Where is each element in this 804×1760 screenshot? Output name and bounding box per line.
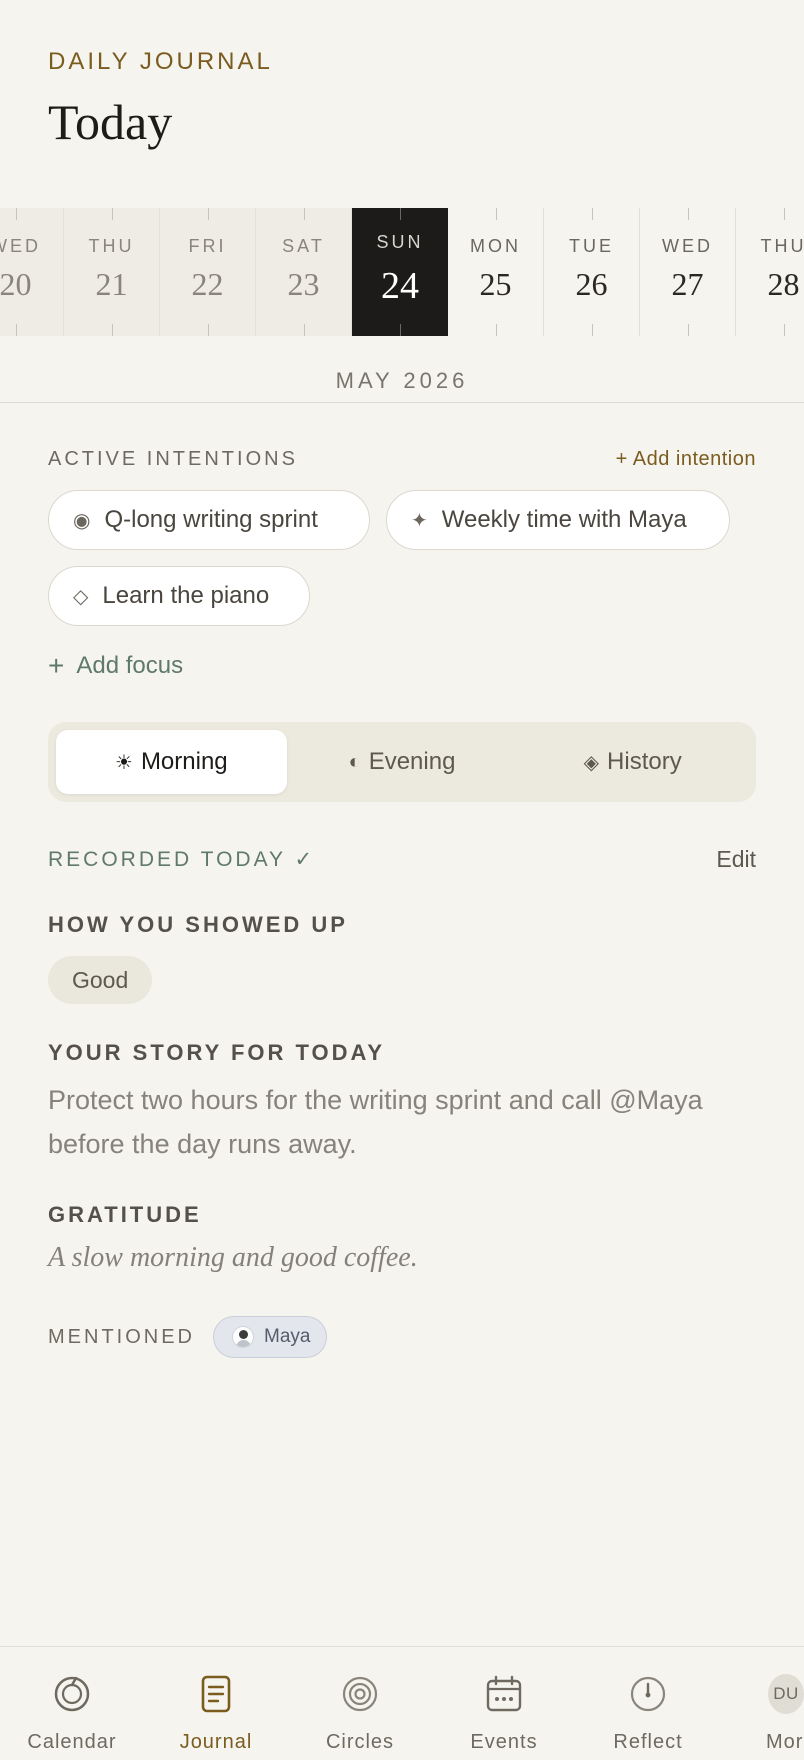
events-icon xyxy=(486,1675,522,1712)
day-sun-24-selected[interactable]: SUN 24 xyxy=(352,208,448,336)
day-mon-25[interactable]: MON 25 xyxy=(448,208,544,336)
intentions-header: ACTIVE INTENTIONS + Add intention xyxy=(48,448,756,471)
sun-icon: ☀ xyxy=(115,751,133,774)
nav-label: Events xyxy=(470,1731,538,1753)
nav-journal[interactable]: Journal xyxy=(144,1673,288,1754)
reflect-icon xyxy=(630,1676,666,1712)
day-of-week: SUN xyxy=(376,232,424,252)
recorded-row: RECORDED TODAY ✓ Edit xyxy=(48,846,756,873)
story-heading: YOUR STORY FOR TODAY xyxy=(48,1040,386,1065)
day-wed-20[interactable]: WED 20 xyxy=(0,208,64,336)
intention-label: Q-long writing sprint xyxy=(104,506,318,533)
day-number: 23 xyxy=(287,266,320,302)
intentions-label: ACTIVE INTENTIONS xyxy=(48,448,298,470)
intention-chip-maya[interactable]: ✦ Weekly time with Maya xyxy=(386,490,730,550)
nav-circles[interactable]: Circles xyxy=(288,1673,432,1754)
date-row: WED 20 THU 21 FRI 22 SAT 23 SUN 24 MON 25 TUE 2… xyxy=(0,208,804,336)
nav-calendar[interactable]: Calendar xyxy=(0,1673,144,1754)
date-strip[interactable]: WED 20 THU 21 FRI 22 SAT 23 SUN 24 MON 25 TUE 2… xyxy=(0,208,804,336)
month-label: MAY 2026 xyxy=(335,368,469,393)
recorded-status: RECORDED TODAY ✓ xyxy=(48,848,316,871)
history-diamond-icon: ◈ xyxy=(583,751,600,774)
nav-label: Calendar xyxy=(27,1731,117,1753)
day-number: 25 xyxy=(479,266,512,302)
day-number: 20 xyxy=(0,266,32,302)
day-of-week: TUE xyxy=(569,236,614,256)
circles-icon xyxy=(342,1676,378,1712)
day-sat-23[interactable]: SAT 23 xyxy=(256,208,352,336)
gratitude-text: A slow morning and good coffee. xyxy=(48,1242,418,1273)
day-of-week: MON xyxy=(470,236,521,256)
nav-label: Circles xyxy=(325,1731,395,1753)
tab-label: Evening xyxy=(368,748,456,775)
journal-eyebrow: DAILY JOURNAL xyxy=(48,48,273,75)
nav-label: Reflect xyxy=(613,1731,683,1753)
target-icon: ◉ xyxy=(73,509,91,532)
day-of-week: SAT xyxy=(282,236,325,256)
nav-events[interactable]: Events xyxy=(432,1673,576,1754)
mentioned-label: MENTIONED xyxy=(48,1325,195,1348)
half-moon-icon: ◐ xyxy=(348,750,361,773)
add-intention-button[interactable]: + Add intention xyxy=(616,448,756,471)
day-of-week: THU xyxy=(760,236,804,256)
day-tue-26[interactable]: TUE 26 xyxy=(544,208,640,336)
divider xyxy=(0,402,804,403)
day-fri-22[interactable]: FRI 22 xyxy=(160,208,256,336)
avatar xyxy=(232,1326,254,1348)
story-text: Protect two hours for the writing sprint… xyxy=(48,1085,703,1159)
add-focus-label: Add focus xyxy=(76,652,184,679)
tab-history[interactable]: ◈ History xyxy=(517,730,748,794)
day-wed-27[interactable]: WED 27 xyxy=(640,208,736,336)
calendar-ring-icon xyxy=(54,1676,90,1712)
intention-label: Weekly time with Maya xyxy=(441,506,687,533)
nav-label: Journal xyxy=(179,1731,253,1753)
page-title: Today xyxy=(48,94,173,150)
day-number: 22 xyxy=(191,266,224,302)
plus-icon: + xyxy=(48,650,65,681)
day-number: 28 xyxy=(767,266,800,302)
day-number: 26 xyxy=(575,266,608,302)
mention-chip-maya[interactable]: Maya xyxy=(213,1316,328,1358)
showed-up-heading: HOW YOU SHOWED UP xyxy=(48,912,348,937)
add-focus-button[interactable]: + Add focus xyxy=(48,650,183,682)
tab-label: Morning xyxy=(140,748,228,775)
intention-chip-writing[interactable]: ◉ Q-long writing sprint xyxy=(48,490,370,550)
tab-label: History xyxy=(607,748,682,775)
journal-icon xyxy=(201,1675,231,1713)
nav-reflect[interactable]: Reflect xyxy=(576,1673,720,1754)
day-number: 27 xyxy=(671,266,704,302)
day-of-week: WED xyxy=(0,236,41,256)
intention-label: Learn the piano xyxy=(102,582,270,609)
time-of-day-tabs: ☀ Morning ◐ Evening ◈ History xyxy=(48,722,756,802)
day-of-week: FRI xyxy=(188,236,227,256)
bottom-nav: Calendar Journal Circles Events Reflect … xyxy=(0,1646,804,1760)
day-thu-28[interactable]: THU 28 xyxy=(736,208,804,336)
diamond-icon: ◇ xyxy=(73,585,89,608)
mention-name: Maya xyxy=(264,1326,311,1347)
nav-label: More xyxy=(766,1731,804,1753)
day-number: 24 xyxy=(381,265,419,307)
day-number: 21 xyxy=(95,266,128,302)
nav-more[interactable]: DU More xyxy=(720,1673,804,1754)
page-header: DAILY JOURNAL Today xyxy=(48,48,273,152)
sparkle-icon: ✦ xyxy=(411,509,428,532)
avatar: DU xyxy=(768,1674,804,1714)
mentioned-row: MENTIONED Maya xyxy=(48,1316,328,1358)
day-of-week: WED xyxy=(662,236,713,256)
day-of-week: THU xyxy=(88,236,135,256)
tab-morning[interactable]: ☀ Morning xyxy=(56,730,287,794)
intention-chip-piano[interactable]: ◇ Learn the piano xyxy=(48,566,310,626)
mood-badge: Good xyxy=(48,956,153,1004)
day-thu-21[interactable]: THU 21 xyxy=(64,208,160,336)
edit-button[interactable]: Edit xyxy=(716,846,756,873)
gratitude-heading: GRATITUDE xyxy=(48,1202,202,1227)
tab-evening[interactable]: ◐ Evening xyxy=(287,730,518,794)
